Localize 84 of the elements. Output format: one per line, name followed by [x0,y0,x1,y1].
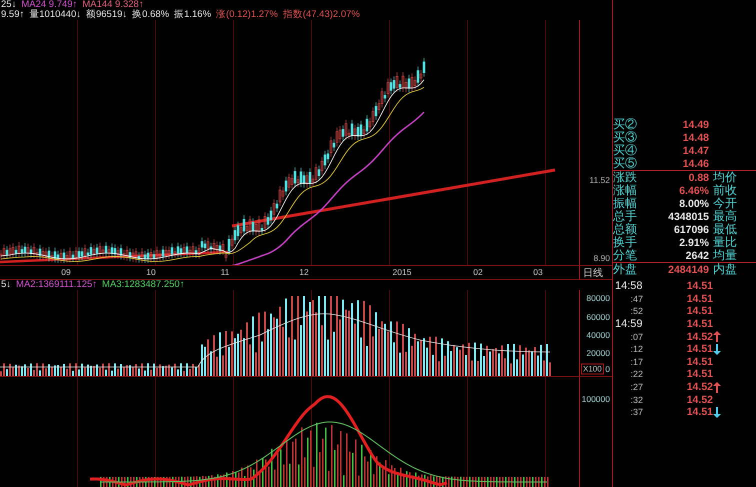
tick-price: 14.51 [686,292,713,305]
bid-price: 14.47 [682,144,709,156]
stat-label: 涨幅 [613,184,638,197]
tick-time: :07 [629,332,644,342]
date-axis-label: 02 [473,267,483,277]
unit-label: X100 [581,364,604,374]
stat-label: 换手 [613,236,638,249]
tick-time: :32 [629,394,644,405]
tick-price: 14.52 [686,394,713,406]
indicator-reading: MA24 9.749↑ [21,0,78,10]
bid-price: 14.48 [682,132,709,144]
stat-label: 均价 [712,171,738,184]
bid-label: 买③ [613,131,638,144]
tick-price: 14.51 [686,280,713,292]
volume-axis-label: 0 [605,364,610,374]
tick-price: 14.51 [686,343,713,356]
stat-label: 内盘 [712,263,738,276]
stat-label: 均量 [712,249,738,262]
stat-label: 外盘 [613,263,638,276]
volume-reading: 5↓ [1,280,12,290]
volume-axis-label: 80000 [586,293,610,303]
tick-price: 14.52 [686,381,713,394]
tick-time: :27 [629,382,644,392]
stat-value: 4348015 [667,210,709,222]
quote-reading: 量1010440↓ [29,10,81,20]
tick-time: :37 [629,407,644,418]
date-axis-label: 2015 [392,267,412,277]
bid-price: 14.46 [682,158,709,170]
tick-price: 14.51 [686,356,713,368]
stat-label: 量比 [712,236,738,249]
quote-reading: 振1.16% [174,10,212,20]
date-axis-label: 12 [299,267,309,277]
quote-reading: 指数(47.43)2.07% [282,10,360,20]
tick-time: 14:59 [614,318,644,330]
volume-axis-label: 20000 [586,348,610,358]
stat-label: 总额 [613,223,638,236]
stat-label: 涨跌 [613,171,638,184]
bid-price: 14.49 [682,118,709,130]
stat-value: 617096 [672,224,709,236]
volume-reading: MA2:1369111.125↑ [16,280,98,290]
volume-axis-label: 40000 [586,330,610,340]
tick-price: 14.52 [686,330,713,343]
tick-price: 14.51 [686,305,713,318]
volume-reading: MA3:1283487.250↑ [102,280,184,290]
stat-value: 0.88 [688,172,709,184]
bid-label: 买⑤ [613,157,638,170]
tick-time: :22 [629,369,644,380]
tick-time: :47 [629,294,644,304]
indicator-reading: 25↓ [1,0,16,10]
tick-time: 14:58 [614,280,644,292]
period-label: 日线 [583,266,603,280]
tick-time: :52 [629,306,644,316]
date-axis-label: 03 [533,267,543,277]
volume-axis-label: 60000 [586,312,610,322]
tick-time: :17 [629,356,644,367]
stat-value: 8.00% [678,198,709,210]
tick-price: 14.51 [686,406,713,418]
stat-label: 总手 [613,210,638,223]
price-axis-label: 8.90 [593,253,610,263]
price-axis-label: 11.52 [589,175,610,185]
quote-reading: 额96519↓ [86,10,128,20]
quote-reading: 涨(0.12)1.27% [216,10,278,20]
stat-label: 最高 [712,210,738,223]
date-axis-label: 10 [146,267,156,277]
stat-value: 2.91% [678,236,709,248]
stat-label: 振幅 [613,197,638,210]
tick-price: 14.51 [686,318,713,330]
indicator-axis-label: 100000 [582,394,610,404]
bid-label: 买② [613,118,638,131]
stat-label: 前收 [712,184,738,197]
stat-label: 分笔 [613,249,638,262]
stat-value: 2484149 [667,264,709,276]
tick-time: :12 [629,344,644,354]
bid-label: 买④ [613,144,638,157]
date-axis-label: 09 [61,267,71,277]
stat-label: 今开 [712,197,738,210]
stat-value: 2642 [684,250,709,262]
stat-value: 6.46% [678,184,709,196]
indicator-reading: MA144 9.328↑ [82,0,144,10]
quote-reading: 9.59↑ [1,10,24,20]
tick-price: 14.51 [686,368,713,380]
quote-reading: 换0.68% [132,10,170,20]
stat-label: 最低 [712,223,738,236]
date-axis-label: 11 [220,267,230,277]
